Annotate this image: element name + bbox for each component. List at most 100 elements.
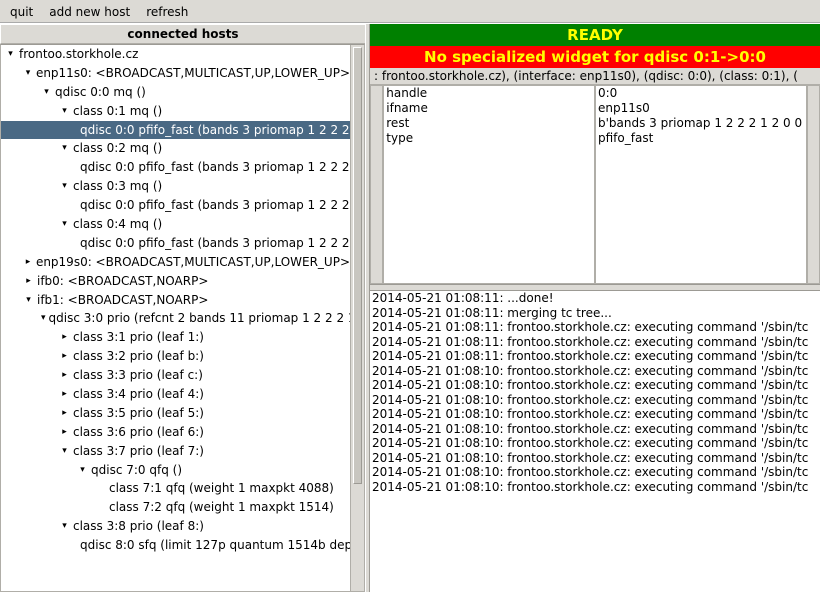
tree-item-label: qdisc 0:0 pfifo_fast (bands 3 priomap 1 … — [80, 196, 350, 215]
expander-closed-icon[interactable]: ▸ — [23, 257, 33, 268]
tree-item-label: ifb1: <BROADCAST,NOARP> — [37, 291, 208, 310]
tree-row[interactable]: ▾enp11s0: <BROADCAST,MULTICAST,UP,LOWER_… — [1, 64, 350, 83]
tree-row[interactable]: ▾qdisc 0:0 mq () — [1, 83, 350, 102]
property-value: pfifo_fast — [598, 131, 804, 146]
expander-closed-icon[interactable]: ▸ — [59, 408, 70, 419]
tree-row[interactable]: ▾frontoo.storkhole.cz — [1, 45, 350, 64]
log-line: 2014-05-21 01:08:10: frontoo.storkhole.c… — [372, 422, 818, 437]
status-ready-banner: READY — [370, 24, 820, 46]
log-line: 2014-05-21 01:08:10: frontoo.storkhole.c… — [372, 364, 818, 379]
log-line: 2014-05-21 01:08:10: frontoo.storkhole.c… — [372, 451, 818, 466]
property-key: handle — [386, 86, 592, 101]
log-line: 2014-05-21 01:08:10: frontoo.storkhole.c… — [372, 436, 818, 451]
menu-add-new-host[interactable]: add new host — [43, 3, 140, 21]
menu-refresh[interactable]: refresh — [140, 3, 198, 21]
expander-open-icon[interactable]: ▾ — [59, 143, 70, 154]
tree-row[interactable]: ▸class 3:2 prio (leaf b:) — [1, 347, 350, 366]
properties-values-list[interactable]: 0:0enp11s0b'bands 3 priomap 1 2 2 2 1 2 … — [595, 85, 807, 284]
expander-closed-icon[interactable]: ▸ — [59, 389, 70, 400]
expander-closed-icon[interactable]: ▸ — [59, 351, 70, 362]
log-line: 2014-05-21 01:08:10: frontoo.storkhole.c… — [372, 393, 818, 408]
expander-open-icon[interactable]: ▾ — [41, 87, 52, 98]
tree-item-label: class 0:4 mq () — [73, 215, 162, 234]
tree-row[interactable]: qdisc 0:0 pfifo_fast (bands 3 priomap 1 … — [1, 158, 350, 177]
tree-row[interactable]: qdisc 0:0 pfifo_fast (bands 3 priomap 1 … — [1, 121, 350, 140]
expander-open-icon[interactable]: ▾ — [77, 465, 88, 476]
expander-open-icon[interactable]: ▾ — [23, 68, 33, 79]
tree-row[interactable]: class 7:2 qfq (weight 1 maxpkt 1514) — [1, 498, 350, 517]
tree-item-label: frontoo.storkhole.cz — [19, 45, 138, 64]
tree-item-label: class 3:5 prio (leaf 5:) — [73, 404, 204, 423]
expander-closed-icon[interactable]: ▸ — [23, 276, 34, 287]
tree-row[interactable]: qdisc 8:0 sfq (limit 127p quantum 1514b … — [1, 536, 350, 555]
property-key: ifname — [386, 101, 592, 116]
log-output[interactable]: 2014-05-21 01:08:11: ...done!2014-05-21 … — [370, 290, 820, 592]
expander-open-icon[interactable]: ▾ — [23, 295, 34, 306]
props-scrollbar-right[interactable] — [807, 85, 820, 284]
tree-item-label: class 3:8 prio (leaf 8:) — [73, 517, 204, 536]
log-line: 2014-05-21 01:08:11: merging tc tree... — [372, 306, 818, 321]
tree-item-label: qdisc 0:0 pfifo_fast (bands 3 priomap 1 … — [80, 234, 350, 253]
tree-item-label: qdisc 7:0 qfq () — [91, 461, 182, 480]
tree-item-label: class 7:1 qfq (weight 1 maxpkt 4088) — [109, 479, 334, 498]
tree-item-label: class 0:3 mq () — [73, 177, 162, 196]
tree-row[interactable]: ▾class 3:7 prio (leaf 7:) — [1, 442, 350, 461]
log-line: 2014-05-21 01:08:11: frontoo.storkhole.c… — [372, 335, 818, 350]
properties-panel: handleifnameresttype 0:0enp11s0b'bands 3… — [370, 85, 820, 285]
tree-row[interactable]: ▸class 3:6 prio (leaf 6:) — [1, 423, 350, 442]
tree-row[interactable]: ▾class 0:1 mq () — [1, 102, 350, 121]
hosts-tree[interactable]: ▾frontoo.storkhole.cz▾enp11s0: <BROADCAS… — [1, 45, 350, 555]
tree-row[interactable]: ▸class 3:1 prio (leaf 1:) — [1, 328, 350, 347]
tree-row[interactable]: ▸enp19s0: <BROADCAST,MULTICAST,UP,LOWER_… — [1, 253, 350, 272]
tree-item-label: class 3:4 prio (leaf 4:) — [73, 385, 204, 404]
tree-row[interactable]: ▾class 0:3 mq () — [1, 177, 350, 196]
property-value: 0:0 — [598, 86, 804, 101]
expander-open-icon[interactable]: ▾ — [59, 521, 70, 532]
expander-open-icon[interactable]: ▾ — [5, 49, 16, 60]
expander-open-icon[interactable]: ▾ — [59, 106, 70, 117]
tree-row[interactable]: qdisc 0:0 pfifo_fast (bands 3 priomap 1 … — [1, 234, 350, 253]
tree-row[interactable]: ▸ifb0: <BROADCAST,NOARP> — [1, 272, 350, 291]
menu-quit[interactable]: quit — [4, 3, 43, 21]
tree-row[interactable]: ▾class 0:4 mq () — [1, 215, 350, 234]
expander-open-icon[interactable]: ▾ — [41, 313, 46, 324]
expander-closed-icon[interactable]: ▸ — [59, 332, 70, 343]
tree-row[interactable]: ▾class 0:2 mq () — [1, 139, 350, 158]
tree-row[interactable]: ▸class 3:3 prio (leaf c:) — [1, 366, 350, 385]
expander-open-icon[interactable]: ▾ — [59, 181, 70, 192]
hosts-tree-header: connected hosts — [0, 24, 365, 44]
tree-scrollbar[interactable] — [350, 45, 364, 591]
tree-row[interactable]: ▾class 3:8 prio (leaf 8:) — [1, 517, 350, 536]
log-line: 2014-05-21 01:08:10: frontoo.storkhole.c… — [372, 465, 818, 480]
tree-item-label: qdisc 0:0 pfifo_fast (bands 3 priomap 1 … — [80, 121, 350, 140]
hosts-tree-pane: connected hosts ▾frontoo.storkhole.cz▾en… — [0, 24, 365, 592]
log-line: 2014-05-21 01:08:10: frontoo.storkhole.c… — [372, 480, 818, 495]
tree-row[interactable]: ▸class 3:4 prio (leaf 4:) — [1, 385, 350, 404]
tree-item-label: ifb0: <BROADCAST,NOARP> — [37, 272, 208, 291]
expander-open-icon[interactable]: ▾ — [59, 219, 70, 230]
props-scrollbar-left[interactable] — [370, 85, 383, 284]
log-line: 2014-05-21 01:08:11: ...done! — [372, 291, 818, 306]
expander-closed-icon[interactable]: ▸ — [59, 427, 70, 438]
tree-item-label: class 0:1 mq () — [73, 102, 162, 121]
tree-item-label: enp11s0: <BROADCAST,MULTICAST,UP,LOWER_U… — [36, 64, 350, 83]
expander-closed-icon[interactable]: ▸ — [59, 370, 70, 381]
property-key: rest — [386, 116, 592, 131]
log-line: 2014-05-21 01:08:11: frontoo.storkhole.c… — [372, 320, 818, 335]
tree-item-label: enp19s0: <BROADCAST,MULTICAST,UP,LOWER_U… — [36, 253, 350, 272]
tree-row[interactable]: qdisc 0:0 pfifo_fast (bands 3 priomap 1 … — [1, 196, 350, 215]
detail-breadcrumb: : frontoo.storkhole.cz), (interface: enp… — [370, 68, 820, 85]
tree-row[interactable]: ▾ifb1: <BROADCAST,NOARP> — [1, 291, 350, 310]
expander-open-icon[interactable]: ▾ — [59, 446, 70, 457]
properties-keys-list[interactable]: handleifnameresttype — [383, 85, 595, 284]
log-line: 2014-05-21 01:08:10: frontoo.storkhole.c… — [372, 407, 818, 422]
tree-row[interactable]: class 7:1 qfq (weight 1 maxpkt 4088) — [1, 479, 350, 498]
tree-item-label: class 7:2 qfq (weight 1 maxpkt 1514) — [109, 498, 334, 517]
tree-item-label: class 3:2 prio (leaf b:) — [73, 347, 204, 366]
tree-row[interactable]: ▸class 3:5 prio (leaf 5:) — [1, 404, 350, 423]
tree-row[interactable]: ▾qdisc 7:0 qfq () — [1, 461, 350, 480]
menubar: quit add new host refresh — [0, 0, 820, 24]
tree-item-label: class 3:7 prio (leaf 7:) — [73, 442, 204, 461]
tree-item-label: qdisc 3:0 prio (refcnt 2 bands 11 prioma… — [49, 309, 350, 328]
tree-row[interactable]: ▾qdisc 3:0 prio (refcnt 2 bands 11 priom… — [1, 309, 350, 328]
